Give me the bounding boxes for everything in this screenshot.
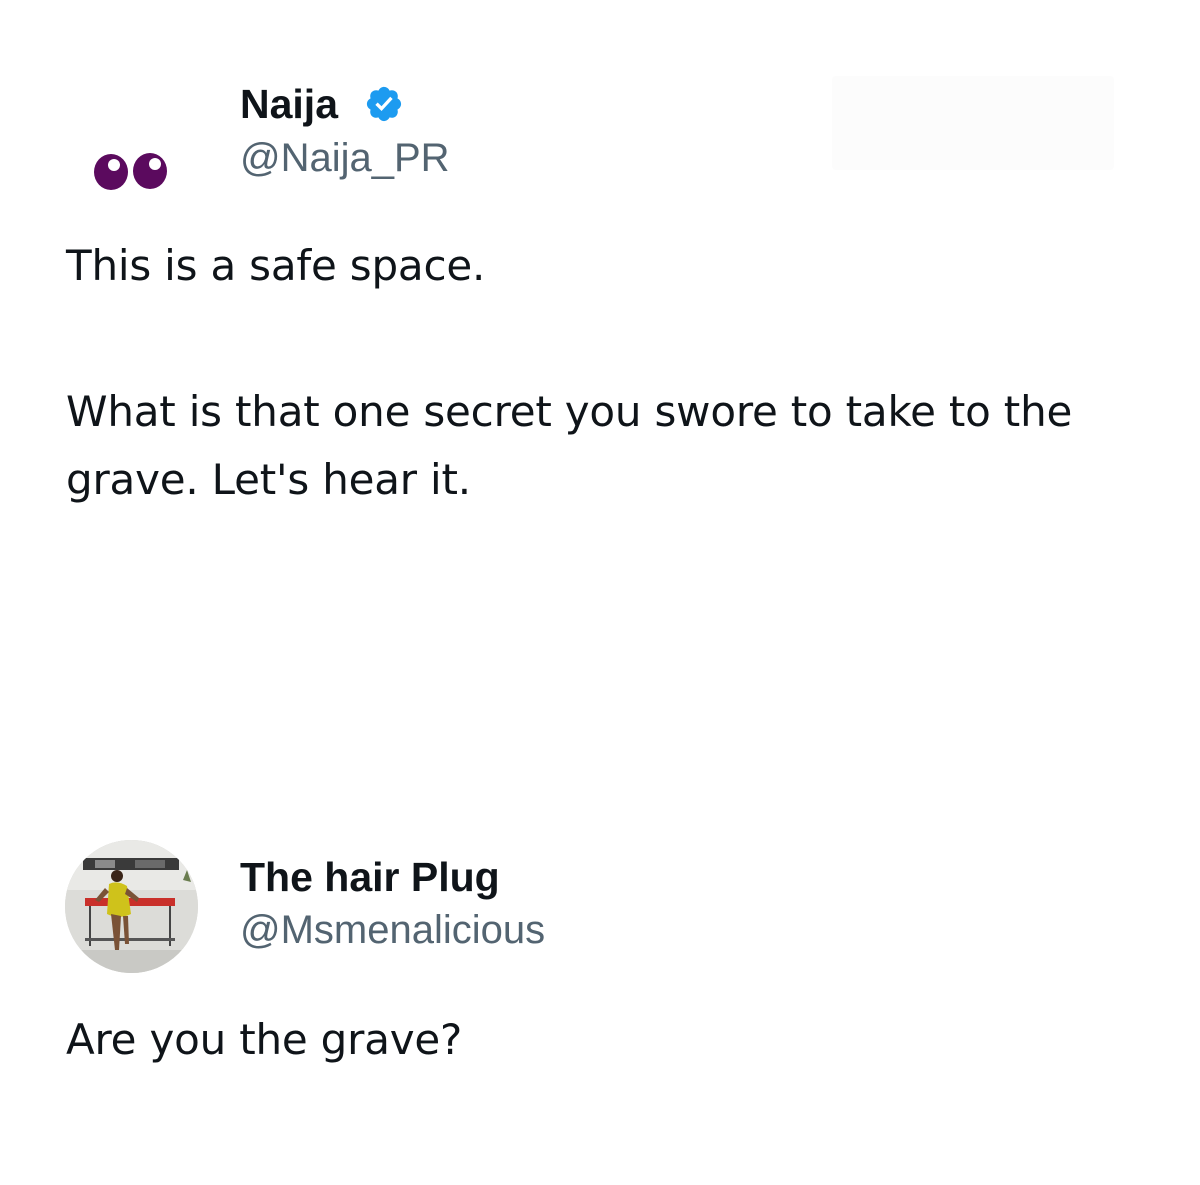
reply-text: Are you the grave?	[66, 1015, 463, 1064]
reply-tweet: The hair Plug @Msmenalicious Are you the…	[0, 820, 1200, 1120]
author-handle[interactable]: @Naija_PR	[240, 134, 450, 182]
author-display-name[interactable]: Naija	[240, 80, 338, 128]
verified-badge-icon	[364, 84, 404, 124]
author-handle[interactable]: @Msmenalicious	[240, 906, 545, 954]
original-tweet: Naija @Naija_PR This is a safe space. Wh…	[0, 0, 1200, 560]
profile-photo-avatar[interactable]	[65, 840, 198, 973]
eyes-avatar-icon[interactable]	[92, 152, 172, 192]
author-display-name[interactable]: The hair Plug	[240, 853, 500, 901]
blank-area	[832, 76, 1114, 170]
tweet-text-paragraph-2: What is that one secret you swore to tak…	[66, 387, 1073, 504]
tweet-text-line-1: This is a safe space.	[66, 241, 486, 290]
